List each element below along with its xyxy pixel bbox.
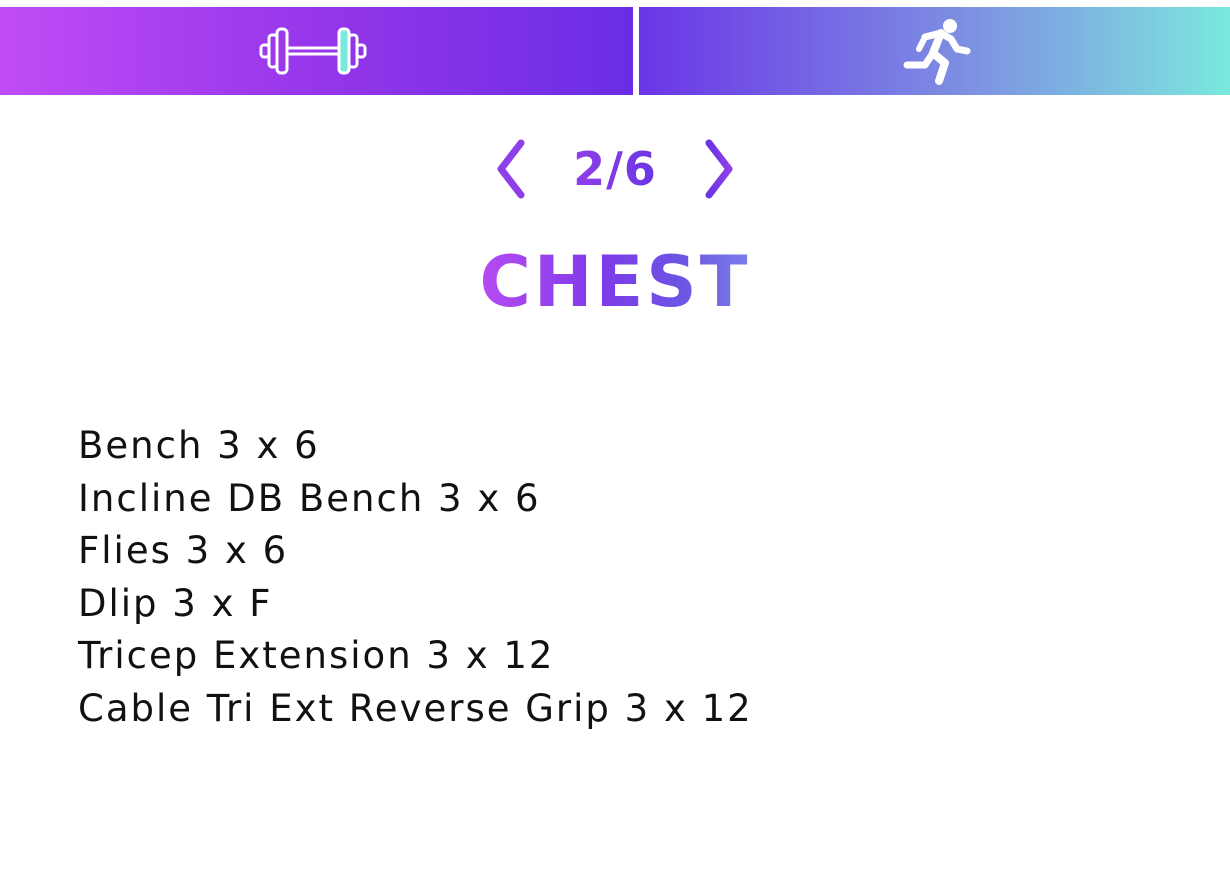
workout-title-text: CHEST	[479, 241, 751, 323]
running-person-icon	[903, 19, 970, 85]
exercise-list: Bench 3 x 6 Incline DB Bench 3 x 6 Flies…	[78, 420, 753, 735]
tab-workout[interactable]	[0, 7, 633, 95]
exercise-item: Incline DB Bench 3 x 6	[78, 476, 541, 520]
chevron-right-icon	[705, 139, 733, 199]
exercise-item: Dlip 3 x F	[78, 581, 273, 625]
tab-bar	[0, 7, 1230, 95]
exercise-item: Flies 3 x 6	[78, 529, 289, 572]
pager: 2/6	[0, 137, 1230, 201]
next-page-button[interactable]	[689, 137, 749, 201]
exercise-item: Bench 3 x 6	[78, 424, 320, 467]
exercise-item: Tricep Extension 3 x 12	[78, 634, 555, 677]
prev-page-button[interactable]	[481, 137, 541, 201]
workout-title: CHEST	[0, 240, 1230, 324]
chevron-left-icon	[497, 139, 525, 199]
page-counter: 2/6	[573, 137, 657, 201]
tab-cardio[interactable]	[639, 7, 1230, 95]
exercise-item: Cable Tri Ext Reverse Grip 3 x 12	[78, 686, 753, 730]
dumbbell-icon	[259, 27, 366, 75]
